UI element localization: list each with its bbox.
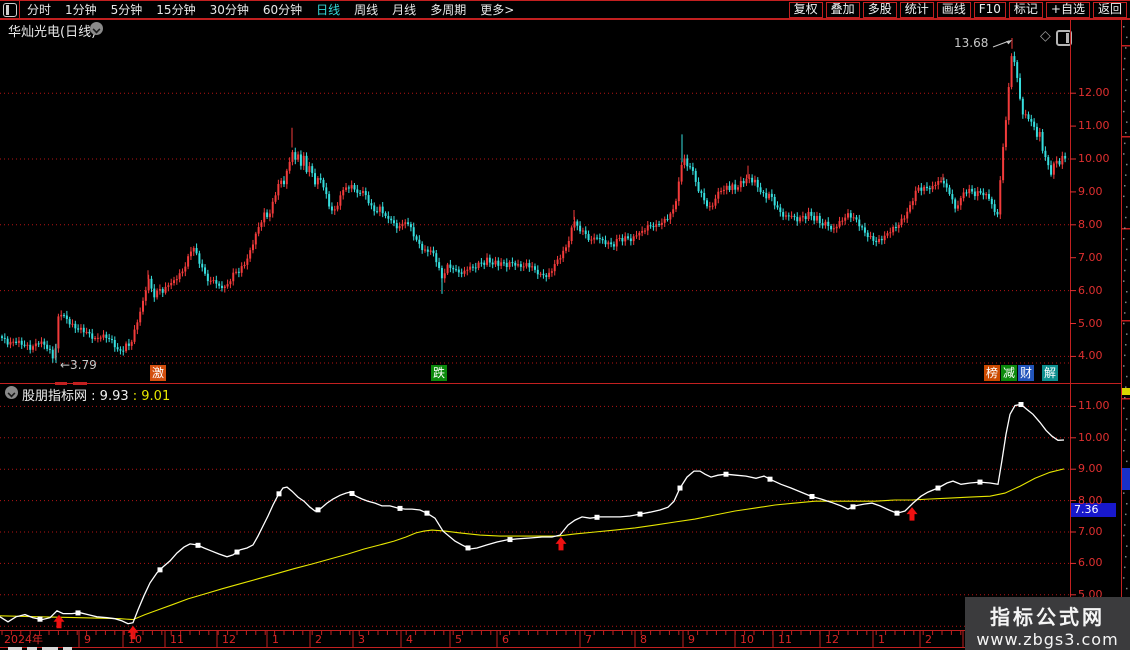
chart-canvas[interactable] (0, 0, 1130, 650)
main-axis-label: 11.00 (1078, 119, 1110, 132)
month-label: 12 (825, 633, 839, 646)
panel2-yellow-value: 9.01 (141, 389, 171, 404)
watermark-url: www.zbgs3.com (976, 630, 1119, 649)
month-label: 5 (455, 633, 462, 646)
panel2-axis-label: 7.00 (1078, 525, 1103, 538)
month-label: 11 (778, 633, 792, 646)
month-label: 9 (688, 633, 695, 646)
status-chip-激: 激 (150, 365, 166, 381)
low-price-annotation: ←3.79 (60, 358, 97, 372)
panel2-axis-label: 10.00 (1078, 431, 1110, 444)
status-chip-财: 财 (1018, 365, 1034, 381)
month-label: 8 (640, 633, 647, 646)
month-label: 11 (170, 633, 184, 646)
status-chip-跌: 跌 (431, 365, 447, 381)
month-label: 2 (925, 633, 932, 646)
main-axis-label: 7.00 (1078, 251, 1103, 264)
main-axis-label: 9.00 (1078, 185, 1103, 198)
month-label: 1 (272, 633, 279, 646)
main-axis-label: 12.00 (1078, 86, 1110, 99)
main-axis-label: 6.00 (1078, 284, 1103, 297)
main-axis-label: 8.00 (1078, 218, 1103, 231)
month-label: 2 (315, 633, 322, 646)
month-label: 9 (84, 633, 91, 646)
month-label: 6 (502, 633, 509, 646)
main-axis-label: 4.00 (1078, 349, 1103, 362)
trading-app-window: 分时 1分钟 5分钟 15分钟 30分钟 60分钟 日线 周线 月线 多周期 更多> 复权 叠加 多股统… (0, 0, 1130, 650)
panel2-header: 股朋指标网 : 9.93 : 9.01 (22, 389, 171, 404)
panel2-axis-label: 6.00 (1078, 556, 1103, 569)
watermark: 指标公式网 www.zbgs3.com (965, 597, 1130, 650)
status-chip-解: 解 (1042, 365, 1058, 381)
watermark-site-name: 指标公式网 (990, 605, 1105, 629)
month-label: 2024年 (4, 633, 43, 646)
month-label: 3 (358, 633, 365, 646)
panel2-white-value: 9.93 (99, 389, 129, 404)
month-label: 4 (406, 633, 413, 646)
panel2-axis-label: 9.00 (1078, 462, 1103, 475)
status-chip-减: 减 (1001, 365, 1017, 381)
month-label: 7 (585, 633, 592, 646)
month-label: 10 (128, 633, 142, 646)
month-label: 1 (878, 633, 885, 646)
month-label: 12 (222, 633, 236, 646)
panel2-axis-label: 11.00 (1078, 399, 1110, 412)
high-price-annotation: 13.68 (954, 36, 989, 50)
main-axis-label: 5.00 (1078, 317, 1103, 330)
main-axis-label: 10.00 (1078, 152, 1110, 165)
status-chip-榜: 榜 (984, 365, 1000, 381)
panel2-chevron-down-icon[interactable] (5, 386, 18, 399)
panel2-title: 股朋指标网 (22, 389, 88, 404)
panel2-axis-label: 8.00 (1078, 494, 1103, 507)
month-label: 10 (740, 633, 754, 646)
